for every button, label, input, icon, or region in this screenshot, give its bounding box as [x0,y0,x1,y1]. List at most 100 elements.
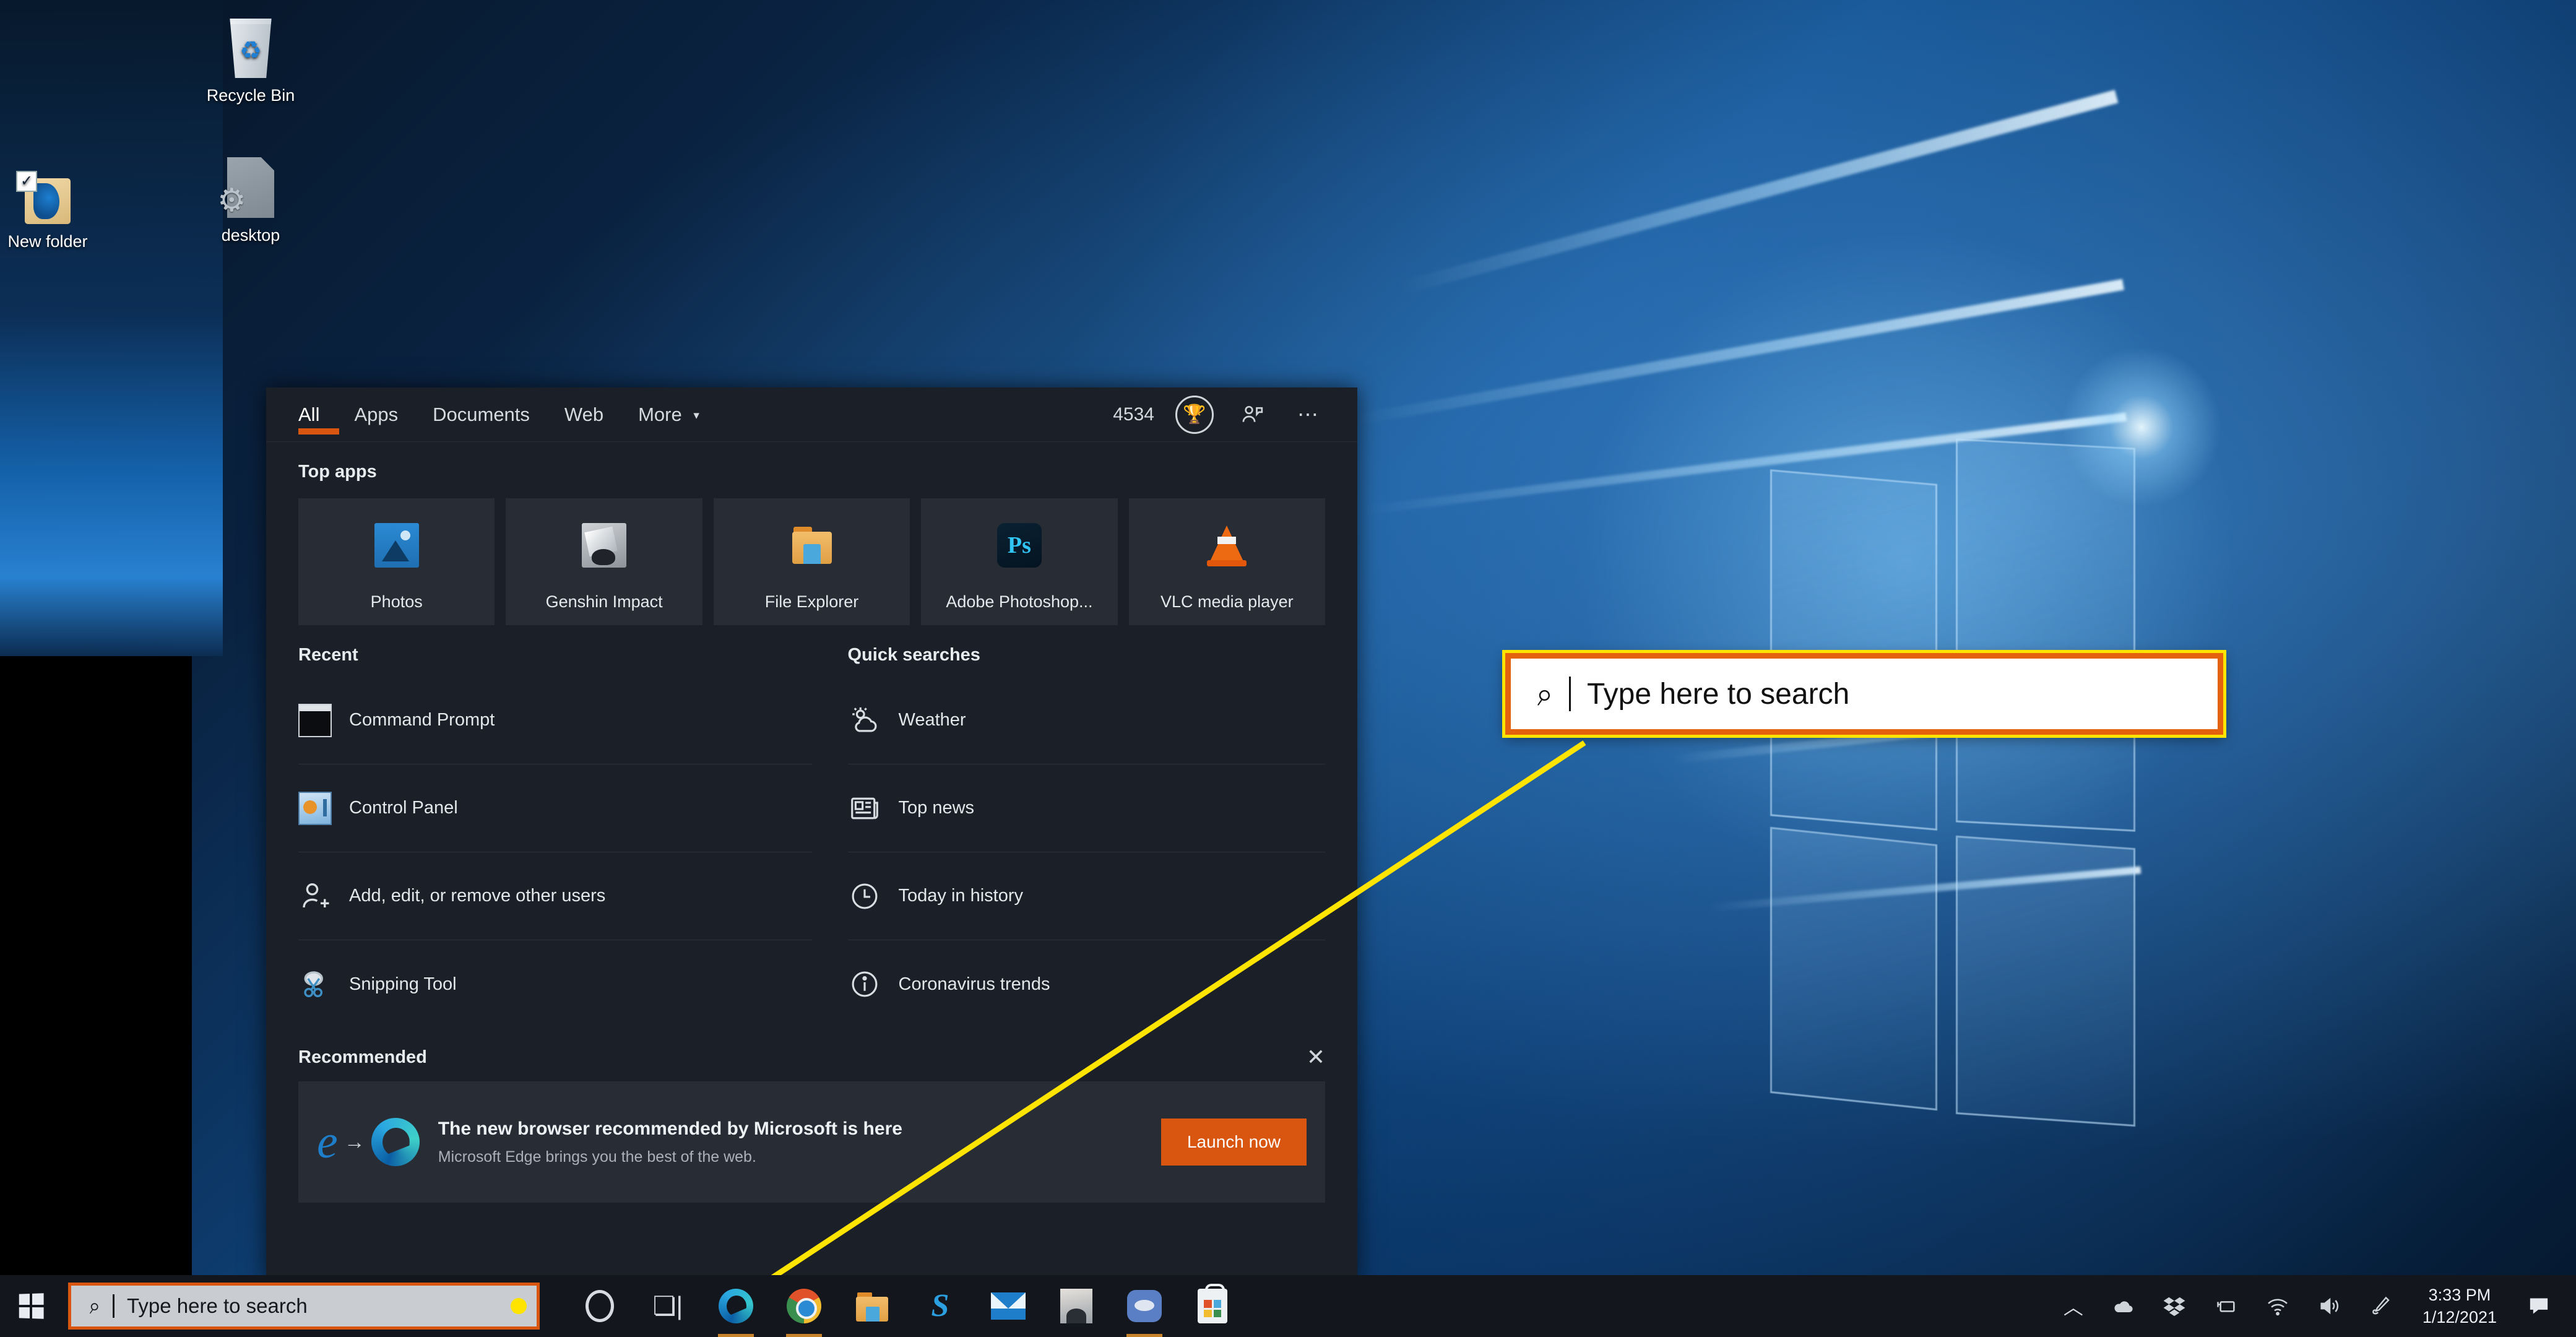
microsoft-edge-icon [371,1118,420,1166]
tab-documents[interactable]: Documents [415,387,547,442]
desktop-icon-recycle-bin[interactable]: ♻ Recycle Bin [179,9,322,106]
ellipsis-icon[interactable]: ⋯ [1290,397,1325,432]
taskbar-item-store[interactable] [1178,1275,1247,1337]
list-item-label: Weather [898,710,966,730]
list-item-label: Coronavirus trends [898,974,1050,994]
recommended-card[interactable]: e → The new browser recommended by Micro… [298,1081,1325,1203]
command-prompt-icon [298,703,332,737]
list-item-add-users[interactable]: Add, edit, or remove other users [298,852,812,940]
clock-icon [848,880,881,913]
top-app-label: Photos [370,592,423,611]
taskbar-item-edge[interactable] [702,1275,770,1337]
recommended-header: Recommended ✕ [298,1044,1325,1070]
top-app-label: File Explorer [764,592,859,611]
list-item-command-prompt[interactable]: Command Prompt [298,677,812,764]
search-box-callout[interactable]: ⌕ Type here to search [1502,650,2226,738]
taskbar-item-file-explorer[interactable] [838,1275,906,1337]
taskbar-item-snagit[interactable]: S [906,1275,974,1337]
clock-date[interactable]: 3:33 PM 1/12/2021 [2406,1284,2513,1329]
onedrive-icon[interactable] [2097,1275,2149,1337]
top-app-tile-genshin-impact[interactable]: Genshin Impact [506,498,702,625]
tab-more[interactable]: More ▾ [621,387,717,442]
list-item-label: Command Prompt [349,710,495,730]
cortana-icon [586,1290,614,1322]
tab-label: Apps [354,403,399,425]
desktop-icon-label: Recycle Bin [206,86,295,105]
top-apps-tiles: Photos Genshin Impact File Explorer Ps A… [266,485,1357,625]
tab-all[interactable]: All [298,387,339,442]
taskbar-search-box[interactable]: ⌕ Type here to search [68,1283,540,1330]
taskbar-item-task-view[interactable]: ❏| [634,1275,702,1337]
list-item-label: Control Panel [349,798,458,818]
snagit-icon: S [931,1288,949,1323]
quick-searches-column: Quick searches Weather Top news Today in… [812,625,1326,1028]
list-item-top-news[interactable]: Top news [847,764,1325,852]
recommended-section: Recommended ✕ e → The new browser recomm… [266,1028,1357,1203]
quick-searches-list: Weather Top news Today in history Corona… [847,677,1326,1028]
top-app-label: Genshin Impact [545,592,663,611]
start-button[interactable] [0,1275,62,1337]
quick-searches-heading: Quick searches [847,645,980,665]
desktop-icon-desktop-config[interactable]: ⚙ desktop [179,149,322,246]
light-beam [1397,90,2119,295]
search-tab-bar-actions: 4534 🏆 ⋯ [1113,395,1325,434]
weather-icon [848,704,881,737]
tray-time: 3:33 PM [2428,1285,2491,1304]
taskbar-item-anime-app[interactable] [1042,1275,1110,1337]
top-app-tile-vlc[interactable]: VLC media player [1128,498,1326,625]
launch-now-button[interactable]: Launch now [1160,1118,1307,1166]
recent-list: Command Prompt Control Panel Add, edit, … [298,677,812,1028]
legacy-edge-icon: e [317,1116,338,1168]
text-cursor [1569,677,1571,711]
windows-desktop: ♻ Recycle Bin ⚙ desktop ✓ New folder All… [0,0,2576,1337]
account-icon[interactable] [1235,397,1269,432]
action-center-icon[interactable] [2513,1275,2565,1337]
callout-placeholder: Type here to search [1587,677,1850,711]
list-item-label: Today in history [898,886,1024,906]
recommended-text: The new browser recommended by Microsoft… [438,1118,902,1166]
annotation-anchor-dot [511,1298,527,1314]
text-cursor [113,1294,115,1318]
list-item-weather[interactable]: Weather [847,677,1325,764]
recycle-bin-icon: ♻ [179,9,322,78]
photos-icon [374,498,419,592]
wifi-icon[interactable] [2252,1275,2304,1337]
chevron-down-icon: ▾ [693,409,699,422]
desktop-icon-new-folder[interactable]: ✓ New folder [0,155,119,253]
top-app-tile-photoshop[interactable]: Ps Adobe Photoshop... [921,498,1118,625]
top-app-tile-file-explorer[interactable]: File Explorer [713,498,910,625]
list-item-control-panel[interactable]: Control Panel [298,764,812,852]
pen-icon[interactable] [2356,1275,2406,1337]
recommended-heading: Recommended [298,1047,427,1067]
list-item-coronavirus-trends[interactable]: Coronavirus trends [848,940,1326,1028]
list-item-today-in-history[interactable]: Today in history [847,852,1325,940]
volume-icon[interactable] [2304,1275,2356,1337]
dropbox-icon[interactable] [2149,1275,2200,1337]
chevron-up-icon[interactable]: ︿ [2050,1275,2097,1337]
list-item-label: Top news [898,798,975,818]
taskbar-app-icons: ❏| S [566,1275,1247,1337]
rewards-points-count: 4534 [1113,404,1154,425]
taskbar-item-chrome[interactable] [770,1275,838,1337]
mail-icon [991,1292,1026,1320]
top-apps-heading: Top apps [298,462,377,482]
desktop-icon-label: New folder [7,232,88,251]
snipping-tool-icon [298,967,332,1001]
wallpaper-black-band [0,656,192,1275]
taskbar-item-mail[interactable] [974,1275,1042,1337]
recommended-subtext: Microsoft Edge brings you the best of th… [438,1148,756,1166]
top-app-tile-photos[interactable]: Photos [298,498,495,625]
list-item-snipping-tool[interactable]: Snipping Tool [298,940,812,1028]
tab-web[interactable]: Web [547,387,621,442]
taskbar-item-cortana[interactable] [566,1275,634,1337]
tab-label: All [298,403,320,425]
system-tray: ︿ 3:33 PM 1/12/2021 [2050,1275,2576,1337]
info-icon [848,967,881,1001]
wallpaper-window-pane [1770,826,1937,1111]
tab-apps[interactable]: Apps [337,387,415,442]
battery-icon[interactable] [2200,1275,2252,1337]
trophy-icon[interactable]: 🏆 [1175,395,1214,434]
taskbar-item-discord[interactable] [1110,1275,1178,1337]
light-beam [1354,279,2124,426]
close-icon[interactable]: ✕ [1307,1044,1325,1070]
